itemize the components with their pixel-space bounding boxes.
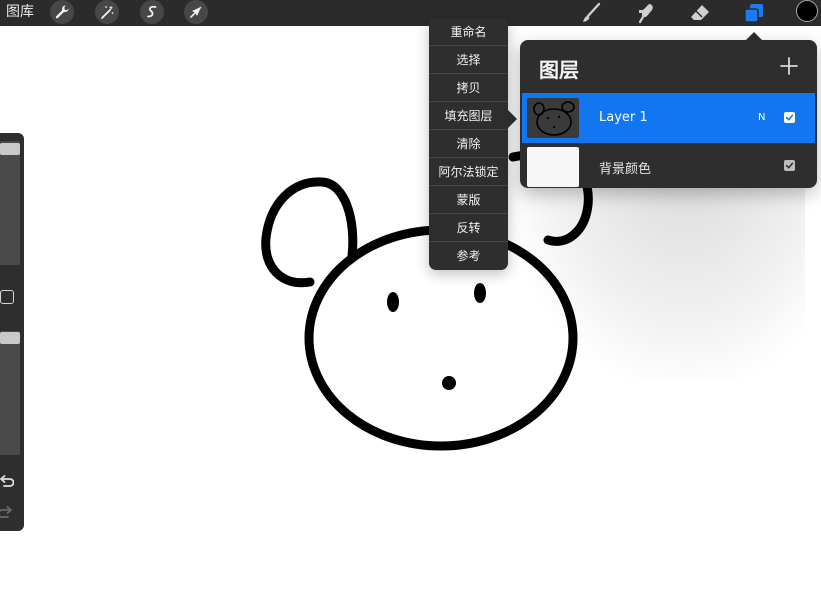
mouse-nose — [442, 376, 456, 390]
menu-item-clear[interactable]: 清除 — [429, 130, 508, 158]
top-toolbar: 图库 — [0, 0, 821, 26]
color-swatch-button[interactable] — [796, 0, 818, 22]
menu-item-invert[interactable]: 反转 — [429, 214, 508, 242]
menu-item-copy[interactable]: 拷贝 — [429, 74, 508, 102]
menu-item-alpha-lock[interactable]: 阿尔法锁定 — [429, 158, 508, 186]
selection-icon — [147, 5, 157, 18]
transform-button[interactable] — [184, 0, 208, 24]
paint-button[interactable] — [579, 1, 603, 25]
layers-panel-title: 图层 — [539, 58, 579, 82]
menu-item-reference[interactable]: 参考 — [429, 242, 508, 270]
adjustments-button[interactable] — [95, 0, 119, 24]
selection-button[interactable] — [140, 0, 164, 24]
layer-row-background-color[interactable]: 背景颜色 — [522, 144, 815, 188]
layer-name: 背景颜色 — [599, 162, 652, 177]
menu-item-mask[interactable]: 蒙版 — [429, 186, 508, 214]
menu-item-select[interactable]: 选择 — [429, 46, 508, 74]
menu-item-fill-layer[interactable]: 填充图层 — [429, 102, 508, 130]
blend-mode-button[interactable]: N — [758, 112, 765, 123]
opacity-slider[interactable] — [0, 331, 20, 455]
redo-icon[interactable] — [0, 505, 14, 519]
magic-wand-icon — [101, 5, 114, 19]
background-color-thumbnail[interactable] — [527, 147, 579, 187]
layer-thumbnail[interactable] — [527, 98, 579, 138]
brush-size-slider[interactable] — [0, 141, 20, 265]
layer-name: Layer 1 — [599, 110, 648, 125]
menu-item-rename[interactable]: 重命名 — [429, 18, 508, 46]
mouse-right-eye — [474, 283, 486, 303]
actions-button[interactable] — [50, 0, 74, 24]
gallery-button[interactable]: 图库 — [6, 3, 34, 21]
plus-icon[interactable] — [779, 56, 799, 76]
brush-size-slider-thumb[interactable] — [0, 143, 20, 155]
layer-row-layer-1[interactable]: Layer 1 N — [522, 93, 815, 143]
layers-icon — [744, 4, 763, 23]
modify-button[interactable] — [0, 290, 14, 304]
eraser-button[interactable] — [688, 1, 712, 25]
smudge-icon — [638, 4, 653, 24]
checkmark-icon — [785, 162, 794, 169]
opacity-slider-thumb[interactable] — [0, 332, 20, 344]
menu-pointer-arrow — [508, 110, 517, 128]
left-sidebar — [0, 133, 24, 531]
layer-options-menu: 重命名 选择 拷贝 填充图层 清除 阿尔法锁定 蒙版 反转 参考 — [429, 18, 508, 270]
mouse-thumbnail-image — [533, 101, 575, 136]
eraser-icon — [691, 5, 709, 20]
undo-icon[interactable] — [0, 474, 14, 488]
layers-button[interactable] — [742, 1, 766, 25]
brush-icon — [583, 2, 601, 22]
layer-visibility-checkbox[interactable] — [784, 160, 795, 171]
layer-visibility-checkbox[interactable] — [784, 112, 795, 123]
transform-arrow-icon — [190, 6, 202, 18]
wrench-icon — [55, 5, 69, 19]
checkmark-icon — [785, 114, 794, 121]
layers-panel: 图层 Layer 1 N 背景颜色 — [520, 40, 817, 188]
procreate-app: 图库 重命名 选择 拷贝 填充图层 清除 阿尔法锁定 蒙版 反转 参考 图层 L… — [0, 0, 821, 602]
mouse-left-eye — [387, 292, 399, 312]
smudge-button[interactable] — [634, 1, 658, 25]
